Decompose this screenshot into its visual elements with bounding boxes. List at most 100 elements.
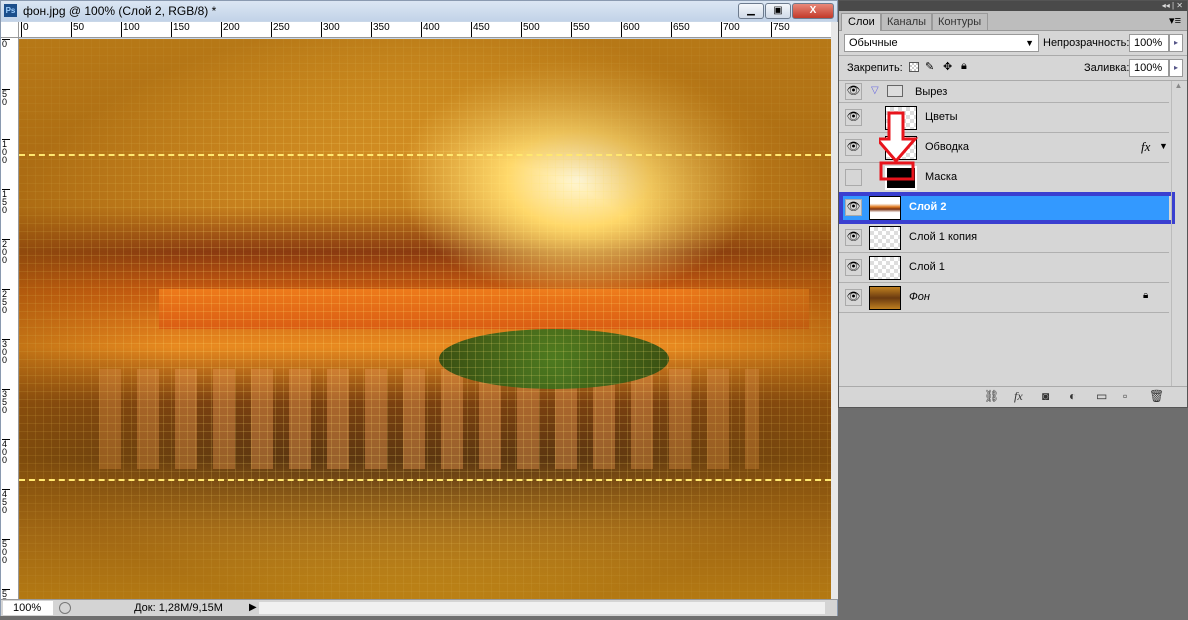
effects-expand-icon[interactable]: ▼ (1159, 141, 1168, 151)
layer-sloy-1[interactable]: 👁︎ Слой 1 (839, 253, 1169, 283)
status-bar: 100% Док: 1,28M/9,15M ▶ (1, 599, 837, 616)
lock-move-icon[interactable]: ✥ (943, 60, 952, 73)
ruler-tick-label: 600 (621, 22, 640, 37)
ruler-tick-label: 150 (171, 22, 190, 37)
group-expand-triangle-icon[interactable]: ▽ (871, 85, 879, 96)
panel-menu-icon[interactable]: ▾≡ (1169, 14, 1181, 27)
minimize-button[interactable]: ▁ (738, 3, 764, 19)
vignette (19, 39, 831, 599)
opacity-slider-button[interactable]: ▸ (1169, 34, 1183, 52)
ruler-tick-label: 350 (371, 22, 390, 37)
selection-marquee-bottom (19, 479, 831, 481)
red-arrow-annotation (879, 111, 919, 181)
ruler-tick-label: 700 (721, 22, 740, 37)
add-style-icon[interactable]: fx (1014, 389, 1023, 404)
ruler-tick-label: 200 (2, 239, 10, 265)
ruler-tick-label: 250 (271, 22, 290, 37)
fx-icon[interactable]: fx (1141, 139, 1150, 155)
lock-label: Закрепить: (847, 62, 903, 74)
photoshop-icon: Ps (4, 4, 17, 17)
layers-toolbar: ⛓ fx ◙ ◐ ▭ ▫ 🗑︎ (839, 386, 1187, 406)
ruler-tick-label: 400 (2, 439, 10, 465)
layer-name: Слой 1 (909, 261, 945, 273)
eye-icon[interactable]: 👁︎ (845, 109, 862, 126)
tab-channels[interactable]: Каналы (880, 13, 934, 31)
ruler-tick-label: 550 (2, 589, 10, 599)
ruler-tick-label: 50 (71, 22, 84, 37)
eye-icon[interactable]: 👁︎ (845, 289, 862, 306)
layer-name: Слой 1 копия (909, 231, 978, 243)
lock-all-icon[interactable]: 🔒︎ (961, 60, 967, 73)
ruler-tick-label: 400 (421, 22, 440, 37)
ruler-tick-label: 250 (2, 289, 10, 315)
collapse-icon[interactable]: ◂◂ (1162, 1, 1170, 10)
layers-scrollbar[interactable]: ▲ (1171, 81, 1185, 386)
doc-size: Док: 1,28M/9,15M (134, 602, 223, 614)
layer-thumbnail (869, 286, 901, 310)
ruler-tick-label: 0 (2, 39, 10, 49)
eye-icon[interactable]: 👁︎ (845, 139, 862, 156)
horizontal-ruler[interactable]: 0 50 100 150 200 250 300 350 400 450 500 550 600 650 7… (19, 22, 831, 38)
ruler-tick-label: 200 (221, 22, 240, 37)
fill-label: Заливка: (1084, 62, 1130, 74)
blend-mode-value: Обычные (849, 37, 898, 49)
eye-icon[interactable]: 👁︎ (845, 259, 862, 276)
new-layer-icon[interactable]: ▫ (1123, 389, 1127, 403)
ruler-tick-label: 450 (471, 22, 490, 37)
maximize-button[interactable]: ▣ (765, 3, 791, 19)
layer-name: Цветы (925, 111, 958, 123)
link-layers-icon[interactable]: ⛓ (984, 389, 999, 403)
layer-fon[interactable]: 👁︎ Фон 🔒︎ (839, 283, 1169, 313)
horizontal-scrollbar[interactable] (259, 602, 825, 614)
tab-layers[interactable]: Слои (841, 13, 882, 31)
ruler-tick-label: 550 (571, 22, 590, 37)
eye-hidden-box[interactable] (845, 169, 862, 186)
ruler-tick-label: 100 (2, 139, 10, 165)
layer-group-vyrez[interactable]: 👁︎ ▽ Вырез (839, 81, 1169, 103)
delete-layer-icon[interactable]: 🗑︎ (1149, 389, 1164, 403)
panel-tabs: Слои Каналы Контуры ▾≡ (839, 11, 1187, 31)
eye-icon[interactable]: 👁︎ (845, 229, 862, 246)
eye-icon[interactable]: 👁︎ (845, 83, 862, 100)
ruler-tick-label: 500 (521, 22, 540, 37)
zoom-field[interactable]: 100% (3, 601, 53, 615)
lock-brush-icon[interactable]: ✎ (925, 60, 934, 73)
window-title: фон.jpg @ 100% (Слой 2, RGB/8) * (23, 4, 217, 18)
layers-list: 👁︎ ▽ Вырез 👁︎ Цветы 👁︎ Обводка fx ▼ Маск… (839, 81, 1187, 386)
fill-input[interactable]: 100% (1129, 59, 1169, 77)
add-mask-icon[interactable]: ◙ (1042, 389, 1049, 403)
title-bar: Ps фон.jpg @ 100% (Слой 2, RGB/8) * ▁ ▣ … (1, 1, 837, 21)
status-menu-arrow-icon[interactable]: ▶ (249, 602, 257, 613)
ruler-tick-label: 50 (2, 89, 10, 107)
blend-mode-select[interactable]: Обычные ▼ (844, 34, 1039, 52)
adjustment-layer-icon[interactable]: ◐ (1069, 389, 1076, 403)
ruler-origin[interactable] (1, 22, 19, 38)
vertical-scrollbar[interactable] (831, 22, 838, 599)
layer-name: Маска (925, 171, 958, 183)
fill-slider-button[interactable]: ▸ (1169, 59, 1183, 77)
close-button[interactable]: X (792, 3, 834, 19)
image-canvas[interactable] (19, 39, 831, 599)
panel-header: ◂◂ | ✕ (839, 1, 1187, 11)
new-group-icon[interactable]: ▭ (1096, 389, 1107, 403)
chevron-down-icon: ▼ (1025, 38, 1034, 48)
layer-thumbnail (869, 226, 901, 250)
ruler-tick-label: 500 (2, 539, 10, 565)
opacity-input[interactable]: 100% (1129, 34, 1169, 52)
panel-close-icon[interactable]: ✕ (1176, 1, 1183, 10)
ruler-tick-label: 750 (771, 22, 790, 37)
ruler-tick-label: 650 (671, 22, 690, 37)
ruler-tick-label: 300 (2, 339, 10, 365)
layer-thumbnail (869, 256, 901, 280)
layers-panel: ◂◂ | ✕ Слои Каналы Контуры ▾≡ Обычные ▼ Н… (838, 0, 1188, 408)
tab-paths[interactable]: Контуры (931, 13, 989, 31)
folder-icon (887, 85, 903, 97)
layer-name: Вырез (915, 86, 948, 98)
selection-marquee-top (19, 154, 831, 156)
lock-transparency-icon[interactable] (909, 62, 919, 72)
ruler-tick-label: 150 (2, 189, 10, 215)
vertical-ruler[interactable]: 0 50 100 150 200 250 300 350 400 450 500 550 (1, 38, 19, 599)
status-info-icon[interactable] (59, 602, 71, 614)
ruler-tick-label: 100 (121, 22, 140, 37)
layer-sloy-1-kopiya[interactable]: 👁︎ Слой 1 копия (839, 223, 1169, 253)
